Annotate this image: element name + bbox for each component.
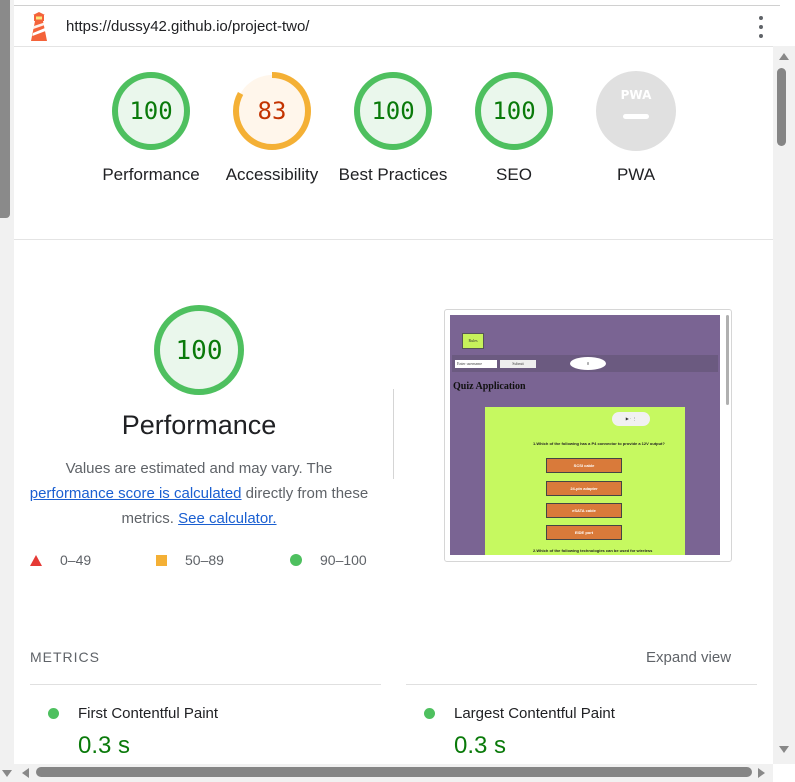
see-calculator-link[interactable]: See calculator. xyxy=(178,510,276,527)
divider xyxy=(393,389,394,479)
gauge-pwa[interactable]: PWA PWA xyxy=(581,70,691,187)
green-circle-icon xyxy=(424,708,435,719)
screenshot-scrollbar xyxy=(726,315,729,405)
submit-button: Submit xyxy=(500,360,536,368)
rules-button: Rules xyxy=(462,333,484,349)
metric-name: First Contentful Paint xyxy=(78,705,219,722)
desc-text: Values are estimated and may vary. The xyxy=(65,460,333,477)
legend-label: 50–89 xyxy=(185,552,224,568)
green-circle-icon xyxy=(290,554,302,566)
gauge-ring: 100 xyxy=(112,72,190,150)
score-gauges: 100 Performance 83 Accessibility 100 Bes… xyxy=(14,46,773,240)
metric-divider xyxy=(406,684,757,685)
report-topbar: https://dussy42.github.io/project-two/ xyxy=(14,5,780,47)
expand-view-button[interactable]: Expand view xyxy=(646,649,731,666)
gauge-ring: 83 xyxy=(233,72,311,150)
question-1: 1.Which of the following has a P4 connec… xyxy=(533,441,665,446)
gauge-label: SEO xyxy=(496,165,532,184)
legend-pass: 90–100 xyxy=(290,552,367,568)
metric-name: Largest Contentful Paint xyxy=(454,705,615,722)
orange-square-icon xyxy=(156,554,167,566)
gauge-label: PWA xyxy=(616,165,656,184)
vertical-scrollbar[interactable] xyxy=(773,46,795,764)
scroll-right-icon[interactable] xyxy=(758,768,765,778)
option-button: SCSI cable xyxy=(546,458,622,473)
red-triangle-icon xyxy=(30,554,42,566)
gauge-accessibility[interactable]: 83 Accessibility xyxy=(217,70,327,187)
scrollbar-thumb[interactable] xyxy=(36,767,752,777)
scroll-corner xyxy=(0,764,14,782)
quiz-card: ▶ · ⋮ 1.Which of the following has a P4 … xyxy=(485,407,685,555)
screenshot-page: Rules Enter username Submit 0 Quiz Appli… xyxy=(450,315,720,555)
score-scale-legend: 0–49 50–89 90–100 xyxy=(30,552,390,572)
left-panel-edge xyxy=(0,0,10,218)
gauge-best-practices[interactable]: 100 Best Practices xyxy=(338,70,448,187)
report-content: 100 Performance 83 Accessibility 100 Bes… xyxy=(14,46,773,764)
username-input: Enter username xyxy=(455,360,497,368)
gauge-score: 83 xyxy=(258,97,287,125)
metrics-header: METRICS xyxy=(30,649,100,665)
audio-player: ▶ · ⋮ xyxy=(612,412,650,426)
legend-average: 50–89 xyxy=(156,552,224,568)
pwa-badge-icon: PWA xyxy=(596,71,676,151)
gauge-score: 100 xyxy=(371,97,414,125)
option-button: 24-pin adapter xyxy=(546,481,622,496)
more-options-icon[interactable] xyxy=(755,16,767,38)
scroll-left-icon[interactable] xyxy=(22,768,29,778)
performance-big-gauge: 100 xyxy=(154,305,244,395)
scroll-down-icon[interactable] xyxy=(779,746,789,753)
option-button: eSATA cable xyxy=(546,503,622,518)
lighthouse-logo-icon xyxy=(31,12,47,41)
metric-divider xyxy=(30,684,381,685)
gauge-performance[interactable]: 100 Performance xyxy=(96,70,206,187)
gauge-score: 100 xyxy=(129,97,172,125)
gauge-label: Accessibility xyxy=(225,165,319,184)
legend-label: 90–100 xyxy=(320,552,367,568)
score-display: 0 xyxy=(570,357,606,370)
legend-label: 0–49 xyxy=(60,552,92,568)
quiz-title: Quiz Application xyxy=(453,381,526,392)
horizontal-scrollbar[interactable] xyxy=(14,764,773,782)
gauge-seo[interactable]: 100 SEO xyxy=(459,70,569,187)
legend-fail: 0–49 xyxy=(30,552,91,568)
metric-value: 0.3 s xyxy=(454,732,507,759)
performance-score: 100 xyxy=(176,336,223,366)
scroll-down-icon[interactable] xyxy=(2,770,12,777)
scrollbar-thumb[interactable] xyxy=(777,68,786,146)
final-screenshot[interactable]: Rules Enter username Submit 0 Quiz Appli… xyxy=(444,309,732,562)
option-button: EIDE port xyxy=(546,525,622,540)
scroll-up-icon[interactable] xyxy=(779,53,789,60)
gauge-ring: 100 xyxy=(475,72,553,150)
score-calculated-link[interactable]: performance score is calculated xyxy=(30,485,242,502)
metric-value: 0.3 s xyxy=(78,732,131,759)
gauge-label: Best Practices xyxy=(338,165,448,184)
performance-description: Values are estimated and may vary. The p… xyxy=(24,456,374,531)
page-url[interactable]: https://dussy42.github.io/project-two/ xyxy=(66,18,309,35)
green-circle-icon xyxy=(48,708,59,719)
question-2: 2.Which of the following technologies ca… xyxy=(533,548,653,553)
gauge-score: 100 xyxy=(492,97,535,125)
gauge-label: Performance xyxy=(102,165,200,184)
pwa-badge-text: PWA xyxy=(621,88,652,102)
gauge-ring: 100 xyxy=(354,72,432,150)
performance-title: Performance xyxy=(121,410,277,440)
